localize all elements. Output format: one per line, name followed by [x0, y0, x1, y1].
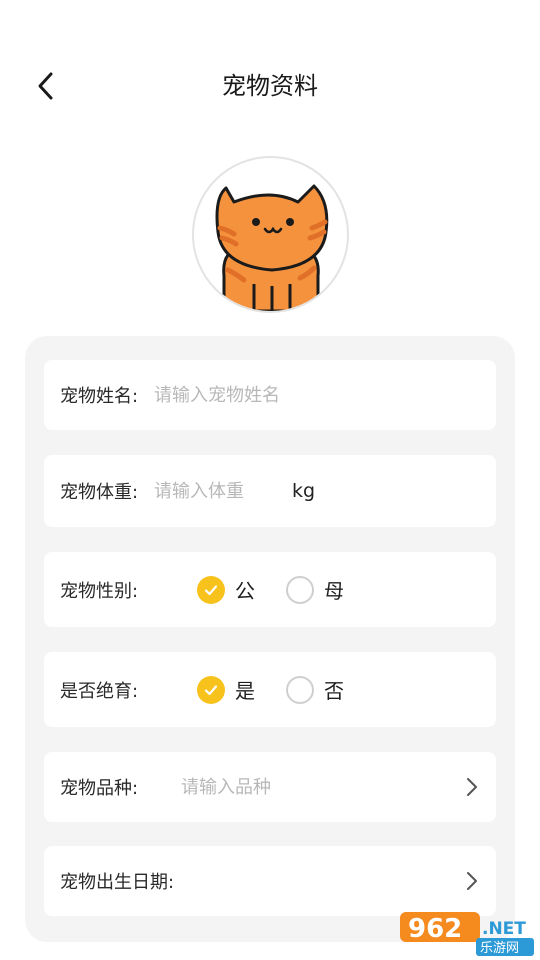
header-bar: 宠物资料	[0, 56, 540, 116]
gender-option-male[interactable]: 公	[197, 552, 255, 627]
check-icon	[197, 675, 225, 704]
birthday-label: 宠物出生日期:	[60, 872, 175, 893]
gender-option-female[interactable]: 母	[286, 552, 344, 627]
pet-weight-input[interactable]	[154, 455, 284, 527]
radio-unchecked-icon	[286, 575, 314, 604]
page-title: 宠物资料	[222, 72, 318, 100]
back-button[interactable]	[26, 66, 66, 106]
site-watermark-logo: 962 .NET 乐游网	[400, 910, 536, 956]
radio-unchecked-icon	[286, 675, 314, 704]
birthday-row[interactable]: 宠物出生日期:	[44, 846, 496, 916]
gender-row: 宠物性别: 公 母	[44, 552, 496, 627]
neutered-option-no[interactable]: 否	[286, 652, 344, 727]
name-label: 宠物姓名:	[60, 386, 139, 407]
neutered-option-yes-label: 是	[235, 679, 255, 703]
chevron-right-icon[interactable]	[466, 846, 478, 916]
neutered-option-no-label: 否	[324, 679, 344, 703]
chevron-right-icon[interactable]	[466, 752, 478, 822]
svg-text:962: 962	[408, 914, 462, 944]
weight-row: 宠物体重: kg	[44, 455, 496, 527]
breed-label: 宠物品种:	[60, 778, 139, 799]
neutered-row: 是否绝育: 是 否	[44, 652, 496, 727]
weight-unit: kg	[292, 480, 316, 502]
gender-option-female-label: 母	[324, 579, 344, 603]
neutered-option-yes[interactable]: 是	[197, 652, 255, 727]
pet-avatar[interactable]	[192, 156, 349, 313]
pet-breed-input[interactable]	[181, 752, 441, 822]
gender-label: 宠物性别:	[60, 580, 139, 602]
chevron-left-icon	[38, 72, 53, 100]
breed-row[interactable]: 宠物品种:	[44, 752, 496, 822]
svg-text:.NET: .NET	[482, 919, 526, 939]
svg-text:乐游网: 乐游网	[480, 941, 519, 956]
name-row: 宠物姓名:	[44, 360, 496, 430]
weight-label: 宠物体重:	[60, 482, 139, 503]
check-icon	[197, 575, 225, 604]
orange-cat-avatar	[215, 184, 329, 311]
pet-name-input[interactable]	[154, 360, 474, 430]
pet-info-form: 宠物姓名: 宠物体重: kg 宠物性别: 公 母 是否绝育: 是	[25, 336, 515, 942]
neutered-label: 是否绝育:	[60, 680, 139, 702]
gender-option-male-label: 公	[235, 579, 255, 603]
